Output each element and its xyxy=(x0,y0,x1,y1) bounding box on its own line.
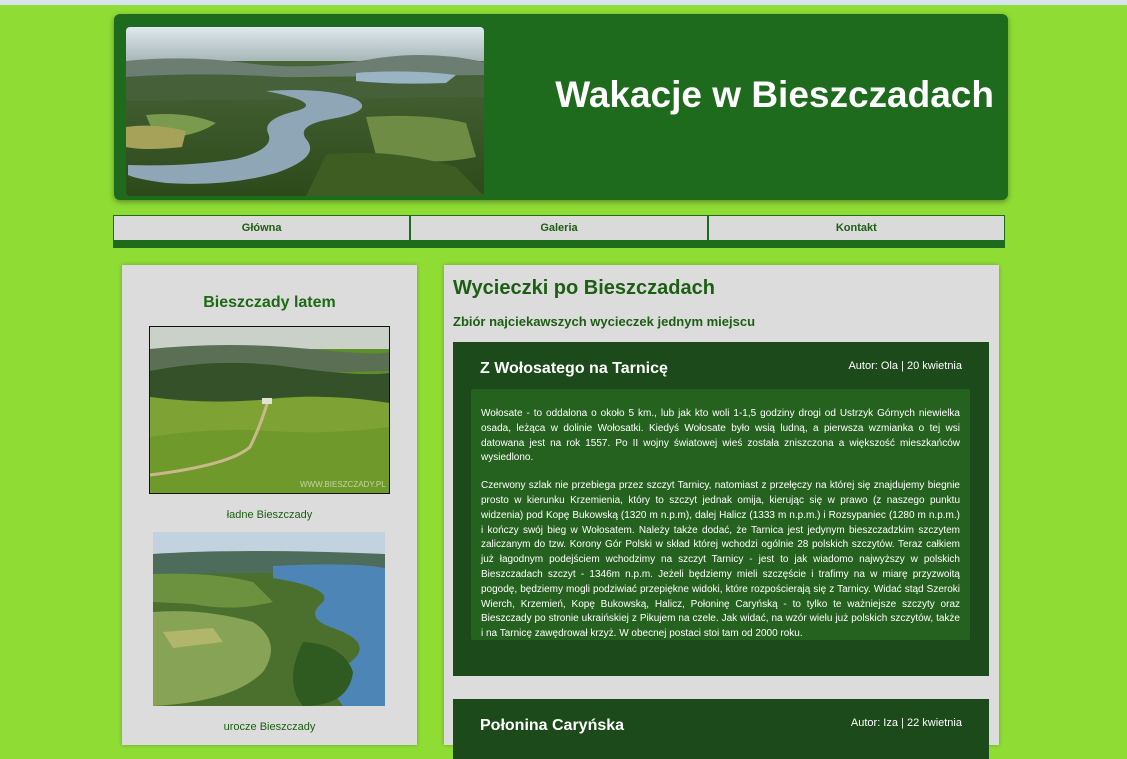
article-paragraph: Czerwony szlak nie przebiega przez szczy… xyxy=(481,480,960,640)
sidebar-caption-1: ładne Bieszczady xyxy=(226,509,313,521)
main-subtitle: Zbiór najciekawszych wycieczek jednym mi… xyxy=(453,314,756,329)
article-body: Wołosate - to oddalona o około 5 km., lu… xyxy=(471,389,970,640)
article-meta: Autor: Iza | 22 kwietnia xyxy=(850,717,962,729)
top-strip xyxy=(0,0,1127,5)
nav-item-kontakt[interactable]: Kontakt xyxy=(707,215,1005,248)
main-content: Wycieczki po Bieszczadach Zbiór najcieka… xyxy=(444,265,999,759)
site-header: Wakacje w Bieszczadach xyxy=(114,14,1008,200)
main-title: Wycieczki po Bieszczadach xyxy=(453,277,715,299)
sidebar-caption-2: urocze Bieszczady xyxy=(223,721,316,733)
sidebar-photo-meadow[interactable]: WWW.BIESZCZADY.PL xyxy=(149,326,390,494)
watermark-text: WWW.BIESZCZADY.PL xyxy=(300,480,386,489)
article-card: Połonina Caryńska Autor: Iza | 22 kwietn… xyxy=(453,699,989,759)
nav-item-galeria[interactable]: Galeria xyxy=(410,215,708,248)
sidebar-title: Bieszczady latem xyxy=(203,294,336,311)
header-lake-photo xyxy=(126,27,484,196)
article-title[interactable]: Z Wołosatego na Tarnicę xyxy=(480,360,668,378)
sidebar-photo-lake[interactable] xyxy=(153,532,385,706)
article-title[interactable]: Połonina Caryńska xyxy=(480,717,624,735)
sidebar: Bieszczady latem WWW.BIESZCZADY.PL ładne… xyxy=(122,265,417,745)
article-meta: Autor: Ola | 20 kwietnia xyxy=(848,360,962,372)
article-paragraph: Wołosate - to oddalona o około 5 km., lu… xyxy=(481,408,960,464)
site-title: Wakacje w Bieszczadach xyxy=(555,74,994,115)
main-nav: Główna Galeria Kontakt xyxy=(113,215,1005,248)
article-card: Z Wołosatego na Tarnicę Autor: Ola | 20 … xyxy=(453,342,989,676)
nav-item-glowna[interactable]: Główna xyxy=(113,215,411,248)
